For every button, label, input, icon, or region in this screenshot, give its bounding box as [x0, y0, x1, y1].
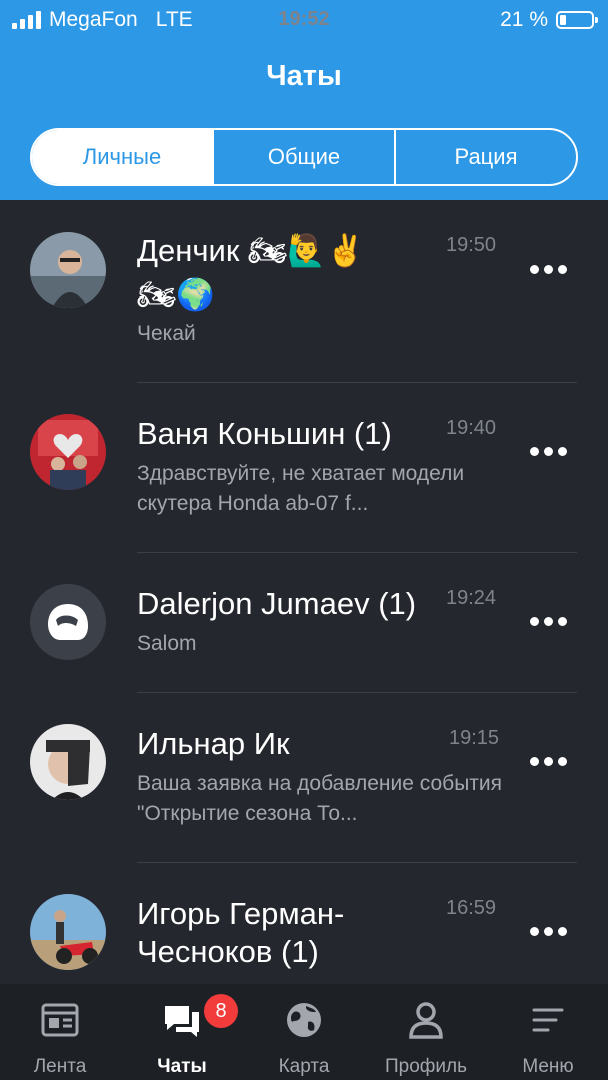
chat-row[interactable]: Денчик 🏍🙋‍♂️✌️ 🏍🌍 Чекай 19:50 — [0, 200, 608, 383]
chat-time: 19:50 — [446, 234, 497, 256]
battery-percent: 21 % — [500, 8, 548, 31]
chat-time: 19:40 — [446, 417, 497, 439]
more-icon[interactable] — [530, 447, 567, 456]
chats-icon — [165, 1006, 199, 1037]
globe-icon — [287, 1003, 321, 1037]
tab-chats[interactable]: 8 Чаты — [122, 984, 242, 1080]
segment-radio[interactable]: Рация — [394, 130, 576, 184]
chat-name-continued: 🏍🌍 — [137, 277, 215, 312]
more-icon[interactable] — [530, 617, 567, 626]
profile-icon — [409, 1002, 443, 1039]
chat-name: Ваня Коньшин (1) — [137, 416, 392, 451]
chat-row[interactable]: Dalerjon Jumaev (1) Salom 19:24 — [0, 553, 608, 693]
battery-icon — [556, 11, 598, 29]
chat-type-segmented-control: Личные Общие Рация — [30, 128, 578, 186]
avatar — [30, 894, 106, 970]
more-icon[interactable] — [530, 265, 567, 274]
segment-personal[interactable]: Личные — [32, 130, 212, 184]
chat-row[interactable]: Ваня Коньшин (1) Здравствуйте, не хватае… — [0, 383, 608, 553]
chat-row[interactable]: Ильнар Ик Ваша заявка на добавление собы… — [0, 693, 608, 863]
chat-last-message: Чекай — [137, 322, 196, 345]
segment-common[interactable]: Общие — [212, 130, 394, 184]
more-icon[interactable] — [530, 927, 567, 936]
chat-time: 19:15 — [449, 727, 500, 749]
avatar — [30, 584, 106, 660]
feed-icon — [41, 1003, 79, 1037]
bottom-tab-bar: Лента 8 Чаты Карта Профиль Меню — [0, 984, 608, 1080]
tab-menu[interactable]: Меню — [488, 984, 608, 1080]
chat-time: 19:24 — [446, 587, 497, 609]
page-title: Чаты — [266, 60, 342, 92]
tab-feed[interactable]: Лента — [0, 984, 120, 1080]
tab-label: Лента — [33, 1056, 87, 1077]
chat-row[interactable]: Игорь Герман-Чесноков (1) 16:59 — [0, 863, 608, 984]
chat-name: Dalerjon Jumaev (1) — [137, 586, 417, 621]
chat-name: Денчик 🏍🙋‍♂️✌️ — [137, 233, 365, 268]
tab-map[interactable]: Карта — [244, 984, 364, 1080]
chat-name: Ильнар Ик — [137, 726, 290, 761]
chat-name: Игорь Герман-Чесноков (1) — [137, 896, 345, 969]
helmet-icon — [48, 604, 88, 640]
header-bar: MegaFon LTE 19:52 21 % Чаты Личные Общие… — [0, 0, 608, 200]
chat-time: 16:59 — [446, 897, 497, 919]
tab-label: Профиль — [384, 1056, 468, 1077]
avatar — [30, 724, 106, 800]
menu-icon — [532, 1008, 564, 1032]
avatar — [30, 414, 106, 490]
tab-profile[interactable]: Профиль — [366, 984, 486, 1080]
chat-last-message: Salom — [137, 632, 197, 655]
tab-label: Меню — [522, 1056, 574, 1077]
more-icon[interactable] — [530, 757, 567, 766]
chat-last-message: Ваша заявка на добавление события "Откры… — [137, 772, 503, 825]
chat-last-message: Здравствуйте, не хватает модели скутера … — [137, 462, 465, 515]
avatar — [30, 232, 106, 308]
unread-badge: 8 — [204, 994, 238, 1028]
tab-label: Карта — [278, 1056, 330, 1077]
status-bar: MegaFon LTE 19:52 21 % — [0, 0, 608, 40]
tab-label: Чаты — [157, 1056, 207, 1077]
